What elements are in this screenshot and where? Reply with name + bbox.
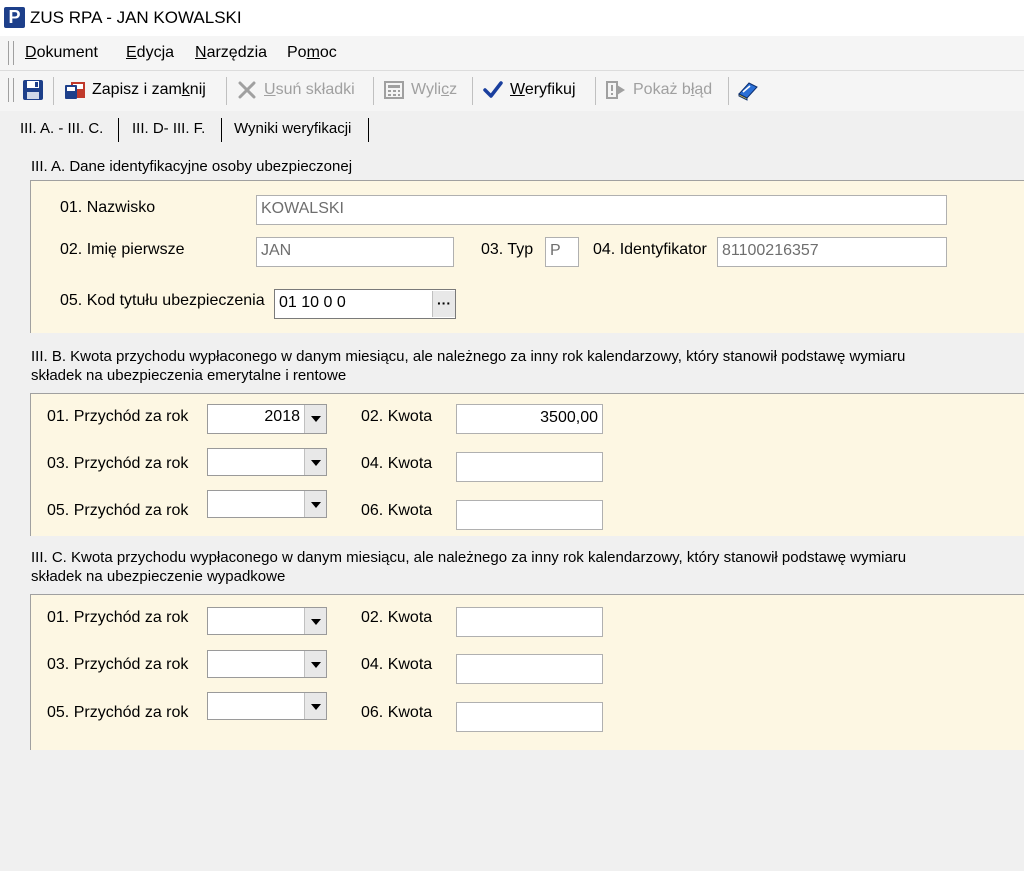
type-label: 03. Typ (481, 241, 534, 258)
toolbar-separator (226, 77, 227, 105)
tab-iii-d-iii-f[interactable]: III. D- III. F. (132, 116, 205, 142)
income-year-value: 2018 (264, 408, 300, 425)
menu-bar: Dokument Edycja Narzędzia Pomoc (0, 36, 1024, 71)
surname-field[interactable]: KOWALSKI (256, 195, 947, 225)
insurance-code-field[interactable]: 01 10 0 0 (274, 289, 456, 319)
toolbar-separator (373, 77, 374, 105)
toolbar-separator (53, 77, 54, 105)
income-year-label: 03. Przychód za rok (47, 656, 189, 673)
surname-label: 01. Nazwisko (60, 199, 156, 216)
amount-field[interactable]: 3500,00 (456, 404, 603, 434)
income-year-label: 05. Przychód za rok (47, 502, 189, 519)
income-year-select[interactable] (207, 490, 327, 518)
section-c-panel: 01. Przychód za rok 02. Kwota 03. Przych… (30, 594, 1024, 750)
verify-button[interactable]: Weryfikuj (482, 75, 576, 105)
toolbar: Zapisz i zamknij Usuń składki Wylicz Wer… (0, 71, 1024, 111)
tab-divider (368, 118, 369, 142)
identifier-field[interactable]: 81100216357 (717, 237, 947, 267)
chevron-down-icon[interactable] (304, 491, 326, 517)
section-a-panel: 01. Nazwisko KOWALSKI 02. Imię pierwsze … (30, 180, 1024, 333)
amount-label: 04. Kwota (361, 455, 433, 472)
help-book-icon (738, 82, 758, 101)
calculator-icon (384, 81, 404, 99)
chevron-down-icon[interactable] (304, 651, 326, 677)
verify-label: Weryfikuj (510, 81, 576, 98)
save-and-close-label: Zapisz i zamknij (92, 81, 206, 98)
income-year-select[interactable] (207, 692, 327, 720)
amount-label: 04. Kwota (361, 656, 433, 673)
insurance-code-label: 05. Kod tytułu ubezpieczenia (60, 292, 265, 309)
remove-contributions-label: Usuń składki (264, 81, 355, 98)
amount-field[interactable] (456, 702, 603, 732)
toolbar-grip-icon (8, 78, 14, 102)
calculate-label: Wylicz (411, 81, 458, 98)
insurance-code-browse-button[interactable]: ··· (432, 291, 455, 317)
delete-x-icon (238, 81, 256, 99)
tab-divider (118, 118, 119, 142)
save-and-close-button[interactable]: Zapisz i zamknij (64, 75, 206, 105)
tab-bar: III. A. - III. C. III. D- III. F. Wyniki… (0, 113, 1024, 143)
chevron-down-icon[interactable] (304, 608, 326, 634)
type-field[interactable]: P (545, 237, 579, 267)
menu-edycja[interactable]: Edycja (126, 44, 174, 62)
title-bar: P ZUS RPA - JAN KOWALSKI (0, 0, 1024, 36)
income-year-label: 01. Przychód za rok (47, 609, 189, 626)
section-c-title-line2: składek na ubezpieczenie wypadkowe (31, 568, 286, 585)
window-title: ZUS RPA - JAN KOWALSKI (30, 8, 242, 27)
menu-pomoc[interactable]: Pomoc (287, 44, 337, 62)
first-name-field[interactable]: JAN (256, 237, 454, 267)
toolbar-separator (728, 77, 729, 105)
save-close-icon (65, 82, 85, 99)
toolbar-separator (595, 77, 596, 105)
save-button[interactable] (22, 75, 50, 105)
income-year-label: 01. Przychód za rok (47, 408, 189, 425)
show-error-icon (606, 81, 625, 99)
chevron-down-icon[interactable] (304, 405, 326, 433)
amount-field[interactable] (456, 654, 603, 684)
section-b-title-line2: składek na ubezpieczenia emerytalne i re… (31, 367, 347, 384)
chevron-down-icon[interactable] (304, 693, 326, 719)
app-logo-icon: P (4, 7, 25, 28)
menu-narzedzia[interactable]: Narzędzia (195, 44, 267, 62)
show-error-label: Pokaż błąd (633, 81, 713, 98)
help-book-button[interactable] (737, 75, 765, 105)
floppy-disk-icon (23, 80, 43, 100)
amount-field[interactable] (456, 500, 603, 530)
amount-label: 02. Kwota (361, 408, 433, 425)
income-year-select[interactable] (207, 448, 327, 476)
section-b-panel: 01. Przychód za rok 2018 02. Kwota 3500,… (30, 393, 1024, 536)
income-year-label: 05. Przychód za rok (47, 704, 189, 721)
first-name-label: 02. Imię pierwsze (60, 241, 185, 258)
calculate-button[interactable]: Wylicz (383, 75, 457, 105)
menu-dokument[interactable]: Dokument (25, 44, 98, 62)
tab-wyniki-weryfikacji[interactable]: Wyniki weryfikacji (234, 116, 351, 142)
show-error-button[interactable]: Pokaż błąd (605, 75, 712, 105)
amount-label: 06. Kwota (361, 704, 433, 721)
section-b-title-line1: III. B. Kwota przychodu wypłaconego w da… (31, 348, 906, 365)
section-c-title-line1: III. C. Kwota przychodu wypłaconego w da… (31, 549, 907, 566)
section-a-title: III. A. Dane identyfikacyjne osoby ubezp… (31, 158, 353, 175)
amount-field[interactable] (456, 607, 603, 637)
amount-field[interactable] (456, 452, 603, 482)
amount-label: 06. Kwota (361, 502, 433, 519)
remove-contributions-button[interactable]: Usuń składki (236, 75, 355, 105)
income-year-select[interactable] (207, 607, 327, 635)
menu-grip-icon (8, 41, 14, 65)
tab-iii-a-iii-c[interactable]: III. A. - III. C. (20, 116, 103, 142)
checkmark-icon (483, 81, 503, 98)
toolbar-separator (472, 77, 473, 105)
income-year-select[interactable] (207, 650, 327, 678)
identifier-label: 04. Identyfikator (593, 241, 707, 258)
tab-divider (221, 118, 222, 142)
income-year-label: 03. Przychód za rok (47, 455, 189, 472)
chevron-down-icon[interactable] (304, 449, 326, 475)
income-year-select[interactable]: 2018 (207, 404, 327, 434)
amount-label: 02. Kwota (361, 609, 433, 626)
